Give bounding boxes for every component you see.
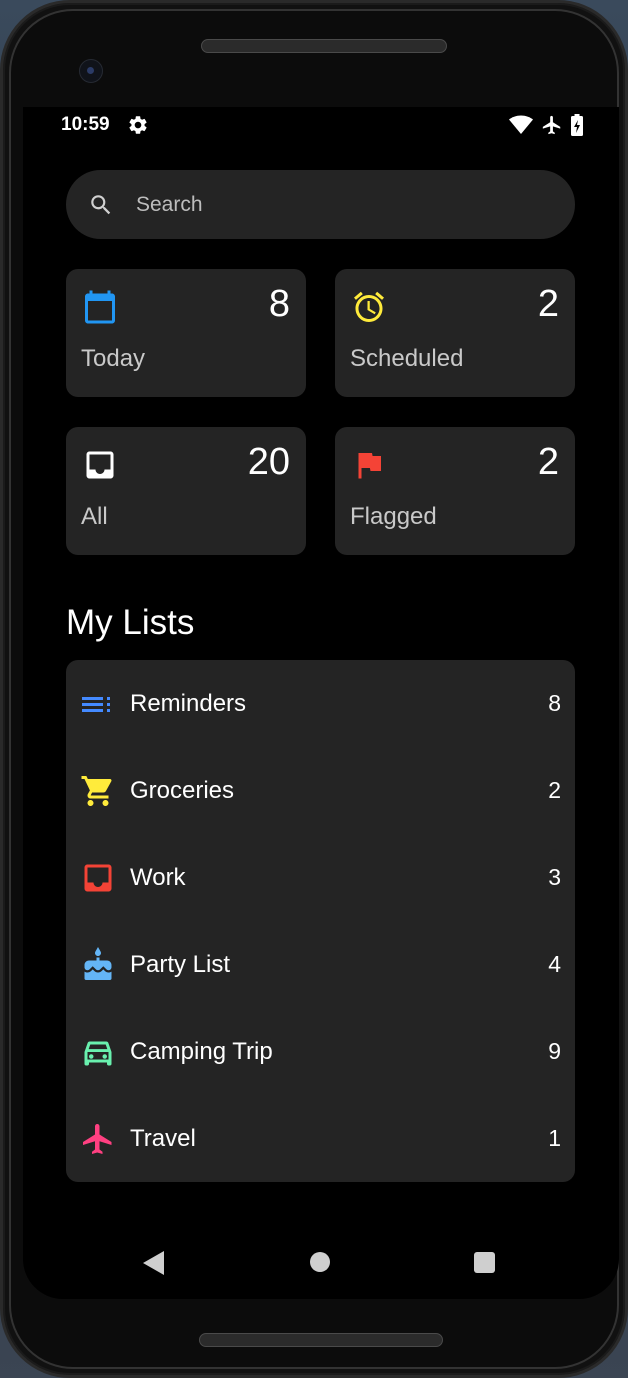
navigation-bar bbox=[23, 1227, 619, 1297]
flag-icon bbox=[358, 453, 381, 479]
bottom-speaker bbox=[199, 1333, 443, 1347]
list-item-travel[interactable]: Travel 1 bbox=[66, 1095, 575, 1182]
inbox-icon bbox=[86, 451, 114, 479]
list-item-count: 8 bbox=[548, 690, 561, 716]
cake-icon bbox=[84, 947, 112, 980]
tile-count: 2 bbox=[537, 283, 559, 325]
calendar-icon bbox=[85, 290, 115, 324]
list-item-groceries[interactable]: Groceries 2 bbox=[66, 747, 575, 834]
list-item-work[interactable]: Work 3 bbox=[66, 834, 575, 921]
list-item-label: Groceries bbox=[130, 777, 235, 804]
wifi-icon bbox=[509, 115, 533, 134]
tile-count: 2 bbox=[537, 441, 559, 483]
list-item-count: 3 bbox=[548, 864, 561, 890]
my-lists-heading: My Lists bbox=[66, 603, 195, 642]
recents-icon[interactable] bbox=[474, 1252, 495, 1273]
shopping-cart-icon bbox=[81, 776, 112, 806]
tile-label: Scheduled bbox=[350, 345, 464, 372]
status-bar: 10:59 bbox=[23, 107, 619, 143]
tile-flagged[interactable]: 2 Flagged bbox=[335, 427, 575, 555]
list-item-label: Party List bbox=[130, 951, 231, 978]
tile-count: 8 bbox=[268, 283, 290, 325]
search-icon bbox=[91, 194, 111, 214]
tile-count: 20 bbox=[247, 441, 290, 483]
list-item-count: 2 bbox=[548, 777, 561, 803]
status-icons bbox=[509, 114, 583, 136]
home-icon[interactable] bbox=[310, 1252, 330, 1272]
inbox-icon bbox=[84, 864, 112, 892]
search-input[interactable] bbox=[134, 191, 518, 218]
tile-all[interactable]: 20 All bbox=[66, 427, 306, 555]
list-item-label: Travel bbox=[130, 1125, 196, 1152]
tile-scheduled[interactable]: 2 Scheduled bbox=[335, 269, 575, 397]
phone-frame: 10:59 Search 8 Today 2 Scheduled 20 All … bbox=[0, 0, 628, 1378]
front-camera bbox=[79, 59, 103, 83]
airplane-icon bbox=[83, 1124, 112, 1154]
battery-charging-icon bbox=[571, 114, 583, 136]
list-item-reminders[interactable]: Reminders 8 bbox=[66, 660, 575, 747]
search-bar[interactable] bbox=[66, 170, 575, 239]
earpiece-speaker bbox=[201, 39, 447, 53]
status-time: 10:59 bbox=[61, 114, 110, 135]
list-item-count: 4 bbox=[548, 951, 561, 977]
list-item-label: Work bbox=[130, 864, 186, 891]
tile-label: All bbox=[81, 503, 108, 530]
my-lists: Reminders 8 Groceries 2 Work 3 Party Lis… bbox=[66, 660, 575, 1182]
tile-today[interactable]: 8 Today bbox=[66, 269, 306, 397]
list-item-party-list[interactable]: Party List 4 bbox=[66, 921, 575, 1008]
tile-label: Flagged bbox=[350, 503, 437, 530]
app-screen: 10:59 Search 8 Today 2 Scheduled 20 All … bbox=[23, 107, 619, 1299]
back-icon[interactable] bbox=[143, 1251, 165, 1275]
tile-label: Today bbox=[81, 345, 146, 372]
list-icon bbox=[82, 697, 110, 712]
list-item-label: Reminders bbox=[130, 690, 247, 717]
list-item-label: Camping Trip bbox=[130, 1038, 273, 1065]
alarm-clock-icon bbox=[354, 291, 384, 322]
car-icon bbox=[84, 1041, 112, 1066]
list-item-camping-trip[interactable]: Camping Trip 9 bbox=[66, 1008, 575, 1095]
gear-icon bbox=[129, 116, 147, 134]
list-item-count: 1 bbox=[548, 1125, 561, 1151]
list-item-count: 9 bbox=[548, 1038, 561, 1064]
airplane-icon bbox=[542, 115, 561, 135]
